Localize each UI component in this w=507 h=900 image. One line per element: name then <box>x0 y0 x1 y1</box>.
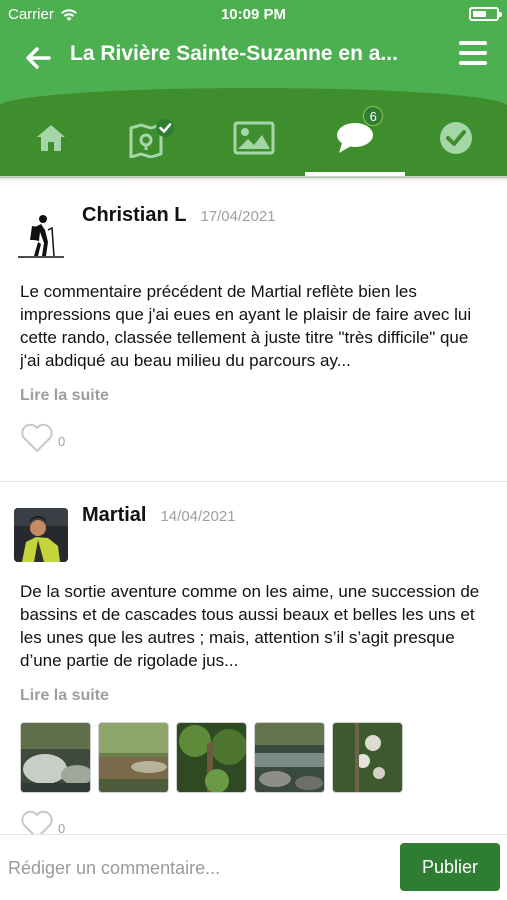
comment-composer: Publier <box>0 834 507 900</box>
photo-gallery <box>20 722 403 793</box>
home-icon <box>36 125 65 151</box>
photo-thumbnail[interactable] <box>254 722 325 793</box>
back-button[interactable] <box>18 38 58 78</box>
photo-thumbnail[interactable] <box>98 722 169 793</box>
read-more-link[interactable]: Lire la suite <box>20 387 109 405</box>
photo-pool <box>99 723 168 792</box>
heart-icon <box>21 423 53 452</box>
comment-input[interactable] <box>8 851 378 885</box>
tab-home[interactable] <box>0 100 101 176</box>
comment-text: Le commentaire précédent de Martial refl… <box>20 282 472 370</box>
arrow-left-icon <box>26 47 51 69</box>
comment-header: Martial 14/04/2021 <box>82 504 236 527</box>
like-button[interactable]: 0 <box>20 423 65 453</box>
tab-map[interactable] <box>101 100 202 176</box>
comment-date: 17/04/2021 <box>200 208 276 225</box>
menu-icon-bar <box>459 41 487 45</box>
comments-feed[interactable]: Christian L 17/04/2021 Le commentaire pr… <box>0 182 507 834</box>
menu-button[interactable] <box>459 41 489 71</box>
comment-body: De la sortie aventure comme on les aime,… <box>20 580 489 672</box>
battery-icon <box>469 7 502 21</box>
avatar <box>14 508 68 562</box>
comment-item: Christian L 17/04/2021 Le commentaire pr… <box>0 182 507 482</box>
like-count: 0 <box>58 434 66 449</box>
comment-date: 14/04/2021 <box>160 508 236 525</box>
comment-header: Christian L 17/04/2021 <box>82 204 276 227</box>
menu-icon-bar <box>459 61 487 65</box>
page-title: La Rivière Sainte-Suzanne en a... <box>70 42 398 65</box>
map-check-icon <box>129 119 175 158</box>
check-circle-icon <box>440 122 473 154</box>
comment-author: Christian L <box>82 204 187 226</box>
avatar <box>14 210 68 264</box>
photo-thumbnail[interactable] <box>332 722 403 793</box>
comment-author: Martial <box>82 504 147 526</box>
comments-icon <box>336 123 373 153</box>
menu-icon-bar <box>459 51 487 55</box>
photo-foliage <box>333 723 402 792</box>
read-more-link[interactable]: Lire la suite <box>20 687 109 705</box>
like-button[interactable]: 0 <box>20 810 65 834</box>
photo-cascade <box>255 723 324 792</box>
photo-thumbnail[interactable] <box>176 722 247 793</box>
header: La Rivière Sainte-Suzanne en a... <box>0 28 507 88</box>
like-count: 0 <box>58 821 66 834</box>
clock: 10:09 PM <box>220 6 287 23</box>
status-bar: Carrier 10:09 PM <box>0 0 507 28</box>
comment-body: Le commentaire précédent de Martial refl… <box>20 280 489 372</box>
comments-count-badge: 6 <box>363 106 384 126</box>
photo-thumbnail[interactable] <box>20 722 91 793</box>
comment-text: De la sortie aventure comme on les aime,… <box>20 582 480 670</box>
comment-item: Martial 14/04/2021 De la sortie aventure… <box>0 482 507 834</box>
user-photo-avatar <box>14 508 68 562</box>
publish-button[interactable]: Publier <box>400 843 500 891</box>
image-icon <box>233 121 275 155</box>
tab-done[interactable] <box>406 100 507 176</box>
hiker-avatar-icon <box>18 215 64 258</box>
photo-forest <box>177 723 246 792</box>
tab-comments[interactable]: 6 <box>304 100 406 176</box>
app-screen: Carrier 10:09 PM La Rivière Sainte-Suzan… <box>0 0 507 900</box>
heart-icon <box>21 810 53 834</box>
tab-photos[interactable] <box>203 100 304 176</box>
tab-bar: 6 <box>0 100 507 176</box>
photo-river-rocks <box>21 723 90 792</box>
